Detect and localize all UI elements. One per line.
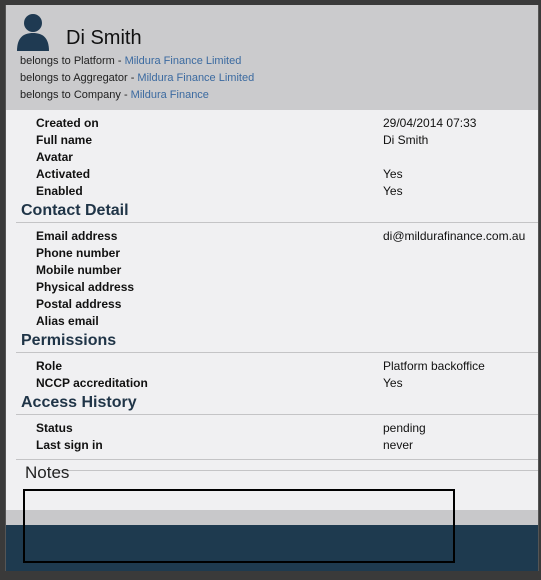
detail-row-avatar: Avatar	[36, 150, 536, 167]
belongs-company: belongs to Company - Mildura Finance	[20, 89, 209, 101]
section-divider	[16, 459, 538, 460]
contact-row-phone: Phone number	[36, 246, 536, 263]
profile-header: Di Smith belongs to Platform - Mildura F…	[6, 5, 538, 110]
company-link[interactable]: Mildura Finance	[131, 89, 209, 101]
section-divider	[16, 352, 538, 353]
contact-value: di@mildurafinance.com.au	[383, 229, 526, 243]
access-row-status: Status pending	[36, 421, 536, 438]
access-section-title: Access History	[21, 394, 137, 411]
detail-value: Di Smith	[383, 133, 429, 147]
contact-row-email: Email address di@mildurafinance.com.au	[36, 229, 536, 246]
contact-section-title: Contact Detail	[21, 202, 129, 219]
permission-value: Yes	[383, 376, 403, 390]
contact-label: Alias email	[36, 314, 99, 328]
detail-row-enabled: Enabled Yes	[36, 184, 536, 201]
aggregator-link[interactable]: Mildura Finance Limited	[137, 72, 254, 84]
permission-value: Platform backoffice	[383, 359, 485, 373]
contact-label: Phone number	[36, 246, 121, 260]
section-divider	[16, 414, 538, 415]
belongs-platform-label: belongs to Platform -	[20, 55, 125, 67]
detail-row-activated: Activated Yes	[36, 167, 536, 184]
access-label: Last sign in	[36, 438, 103, 452]
access-value: pending	[383, 421, 426, 435]
detail-label: Activated	[36, 167, 91, 181]
permission-row-role: Role Platform backoffice	[36, 359, 536, 376]
contact-row-postal-address: Postal address	[36, 297, 536, 314]
belongs-company-label: belongs to Company -	[20, 89, 131, 101]
access-label: Status	[36, 421, 73, 435]
contact-label: Mobile number	[36, 263, 122, 277]
detail-label: Created on	[36, 116, 99, 130]
contact-row-mobile: Mobile number	[36, 263, 536, 280]
contact-label: Physical address	[36, 280, 135, 294]
permission-label: Role	[36, 359, 63, 373]
access-row-last-sign-in: Last sign in never	[36, 438, 536, 455]
notes-input-area[interactable]	[23, 489, 455, 563]
user-name: Di Smith	[66, 27, 142, 49]
platform-link[interactable]: Mildura Finance Limited	[125, 55, 242, 67]
belongs-aggregator-label: belongs to Aggregator -	[20, 72, 138, 84]
access-value: never	[383, 438, 414, 452]
user-avatar-icon	[17, 14, 49, 51]
detail-value: 29/04/2014 07:33	[383, 116, 477, 130]
notes-divider	[56, 470, 538, 471]
belongs-platform: belongs to Platform - Mildura Finance Li…	[20, 55, 241, 67]
detail-label: Full name	[36, 133, 93, 147]
section-divider	[16, 222, 538, 223]
bottom-edge	[0, 571, 541, 580]
permission-label: NCCP accreditation	[36, 376, 148, 390]
detail-value: Yes	[383, 167, 403, 181]
contact-label: Email address	[36, 229, 118, 243]
detail-row-created: Created on 29/04/2014 07:33	[36, 116, 536, 133]
permissions-section-title: Permissions	[21, 332, 117, 349]
belongs-aggregator: belongs to Aggregator - Mildura Finance …	[20, 72, 254, 84]
contact-row-physical-address: Physical address	[36, 280, 536, 297]
detail-label: Enabled	[36, 184, 83, 198]
detail-value: Yes	[383, 184, 403, 198]
detail-label: Avatar	[36, 150, 73, 164]
permission-row-nccp: NCCP accreditation Yes	[36, 376, 536, 393]
notes-title: Notes	[25, 463, 70, 482]
contact-row-alias-email: Alias email	[36, 314, 536, 331]
detail-row-full-name: Full name Di Smith	[36, 133, 536, 150]
user-profile-panel: Di Smith belongs to Platform - Mildura F…	[5, 5, 539, 571]
contact-label: Postal address	[36, 297, 122, 311]
